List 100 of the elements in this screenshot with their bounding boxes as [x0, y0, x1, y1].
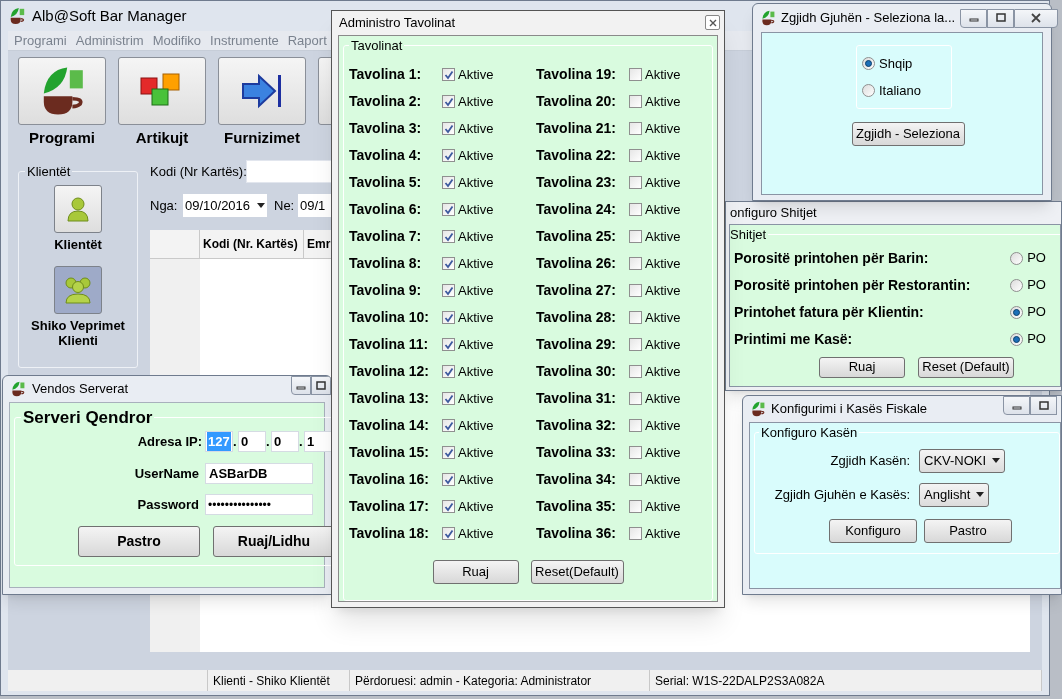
checkbox[interactable]: [629, 365, 642, 378]
checkbox[interactable]: [629, 500, 642, 513]
checkbox[interactable]: [442, 527, 455, 540]
checkbox[interactable]: [442, 473, 455, 486]
date-picker[interactable]: 09/10/2016: [183, 194, 267, 217]
checkbox[interactable]: [629, 473, 642, 486]
push-button[interactable]: Pastro: [78, 525, 200, 557]
checkbox[interactable]: [629, 257, 642, 270]
ip-octet-field[interactable]: 0: [238, 431, 266, 452]
status-text: Serial: W1S-22DALP2S3A082A: [655, 672, 825, 690]
checkbox[interactable]: [442, 176, 455, 189]
maximize-button[interactable]: [1030, 396, 1057, 415]
maximize-button[interactable]: [987, 8, 1015, 28]
dropdown[interactable]: Anglisht: [919, 482, 990, 507]
radio-button[interactable]: [1010, 332, 1024, 346]
checkbox[interactable]: [629, 311, 642, 324]
table-label: Tavolina 26:: [536, 254, 617, 273]
push-button[interactable]: Reset(Default): [530, 560, 624, 584]
toolbar-label: Artikujt: [135, 128, 189, 148]
ip-octet-field[interactable]: 1: [304, 431, 331, 452]
checkbox[interactable]: [629, 284, 642, 297]
toolbar-button[interactable]: [18, 57, 106, 125]
checkbox-label: Aktive: [458, 524, 494, 543]
close-button[interactable]: [1014, 8, 1059, 28]
checkbox[interactable]: [442, 500, 455, 513]
checkbox[interactable]: [442, 365, 455, 378]
checkbox[interactable]: [629, 527, 642, 540]
checkbox[interactable]: [442, 311, 455, 324]
table-label: Tavolina 12:: [349, 362, 430, 381]
checkbox[interactable]: [629, 68, 642, 81]
radio-label: PO: [1027, 303, 1046, 322]
push-button[interactable]: Konfiguro: [829, 518, 917, 543]
minimize-button[interactable]: [960, 8, 988, 28]
push-button[interactable]: Zgjidh - Seleziona: [851, 122, 965, 146]
toolbar-button[interactable]: [118, 57, 206, 125]
push-button[interactable]: Ruaj: [432, 560, 519, 584]
checkbox[interactable]: [442, 257, 455, 270]
checkbox-label: Aktive: [458, 119, 494, 138]
username-field[interactable]: ASBarDB: [205, 463, 313, 484]
table-label: Tavolina 3:: [349, 119, 423, 138]
table-label: Tavolina 17:: [349, 497, 430, 516]
checkbox-label: Aktive: [645, 65, 681, 84]
minimize-button[interactable]: [1003, 396, 1030, 415]
ip-octet-field[interactable]: 0: [271, 431, 299, 452]
checkbox[interactable]: [629, 95, 642, 108]
checkbox[interactable]: [442, 284, 455, 297]
table-label: Tavolina 31:: [536, 389, 617, 408]
checkbox[interactable]: [629, 230, 642, 243]
checkbox[interactable]: [442, 149, 455, 162]
checkbox[interactable]: [442, 122, 455, 135]
checkbox[interactable]: [442, 419, 455, 432]
setting-label: Porositë printohen për Barin:: [734, 248, 930, 268]
password-field[interactable]: •••••••••••••••: [205, 494, 313, 515]
checkbox[interactable]: [629, 203, 642, 216]
table-label: Tavolina 15:: [349, 443, 430, 462]
checkbox-label: Aktive: [645, 227, 681, 246]
table-label: Tavolina 4:: [349, 146, 423, 165]
checkbox[interactable]: [442, 203, 455, 216]
radio-button[interactable]: [862, 56, 875, 70]
push-button[interactable]: Ruaj/Lidhu: [213, 525, 331, 557]
radio-button[interactable]: [1010, 305, 1024, 319]
checkbox[interactable]: [629, 446, 642, 459]
dropdown[interactable]: CKV-NOKI: [919, 448, 1006, 473]
maximize-button[interactable]: [311, 376, 331, 395]
window-title: Zgjidh Gjuhën - Seleziona la...: [781, 9, 956, 28]
toolbar-button[interactable]: [218, 57, 306, 125]
checkbox[interactable]: [629, 392, 642, 405]
radio-button[interactable]: [1010, 278, 1024, 292]
table-header-cell[interactable]: Kodi (Nr. Kartës): [200, 229, 304, 258]
radio-button[interactable]: [862, 84, 875, 98]
checkbox[interactable]: [442, 392, 455, 405]
radio-button[interactable]: [1010, 251, 1024, 265]
client-button[interactable]: [54, 185, 102, 233]
checkbox[interactable]: [442, 338, 455, 351]
minimize-button[interactable]: [291, 376, 311, 395]
push-button[interactable]: Pastro: [924, 518, 1012, 543]
checkbox[interactable]: [629, 176, 642, 189]
checkbox[interactable]: [442, 95, 455, 108]
table-label: Tavolina 32:: [536, 416, 617, 435]
table-label: Tavolina 19:: [536, 65, 617, 84]
table-label: Tavolina 33:: [536, 443, 617, 462]
table-label: Tavolina 5:: [349, 173, 423, 192]
table-label: Tavolina 35:: [536, 497, 617, 516]
window-title: onfiguro Shitjet: [730, 204, 817, 223]
close-button[interactable]: [705, 15, 720, 31]
checkbox[interactable]: [442, 230, 455, 243]
checkbox[interactable]: [629, 149, 642, 162]
leaf-cup-logo-icon: [750, 401, 766, 417]
checkbox[interactable]: [629, 122, 642, 135]
checkbox-label: Aktive: [458, 497, 494, 516]
checkbox[interactable]: [442, 68, 455, 81]
checkbox[interactable]: [442, 446, 455, 459]
checkbox[interactable]: [629, 419, 642, 432]
toolbar-label: Furnizimet: [224, 128, 300, 148]
push-button[interactable]: Ruaj: [819, 356, 905, 378]
table-label: Tavolina 20:: [536, 92, 617, 111]
checkbox[interactable]: [629, 338, 642, 351]
checkbox-label: Aktive: [458, 254, 494, 273]
ip-separator: .: [266, 432, 271, 451]
push-button[interactable]: Reset (Default): [918, 356, 1014, 378]
